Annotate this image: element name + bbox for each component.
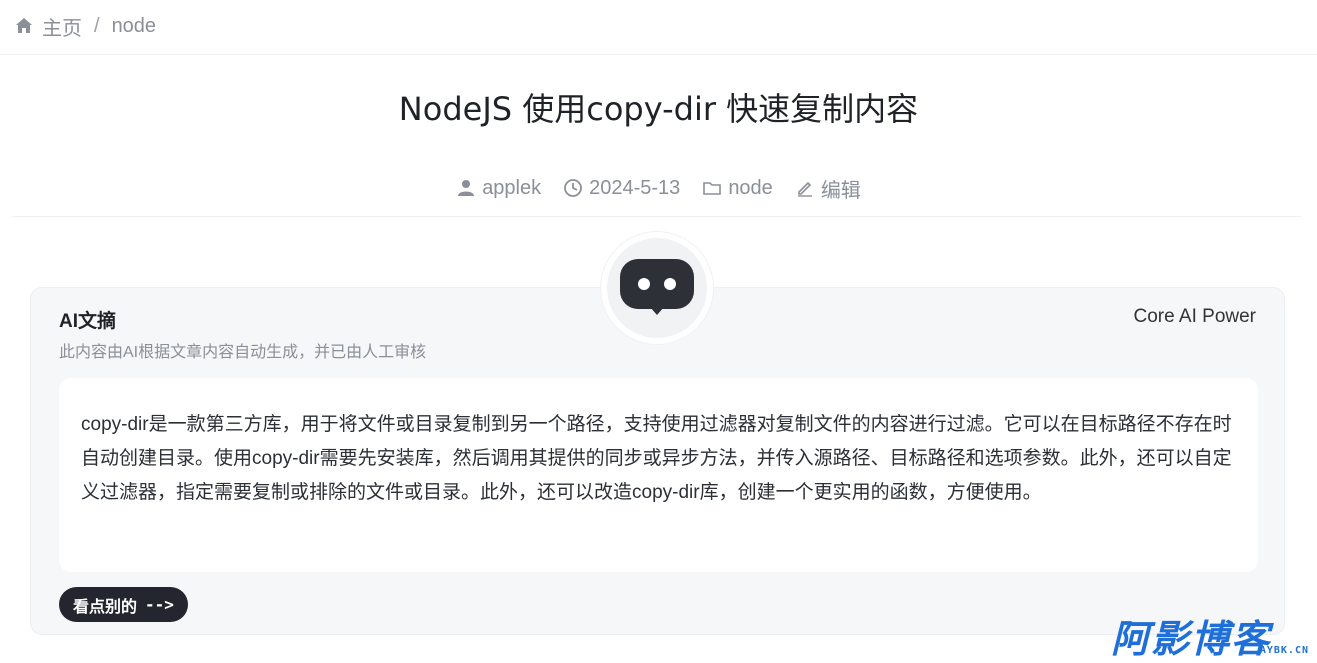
ai-summary-text: copy-dir是一款第三方库，用于将文件或目录复制到另一个路径，支持使用过滤器… <box>59 378 1258 572</box>
edit-label: 编辑 <box>820 179 861 202</box>
breadcrumb: 主页 / node <box>14 12 156 40</box>
meta-edit[interactable]: 编辑 <box>795 174 861 203</box>
meta-author[interactable]: applek <box>456 177 541 200</box>
see-more-button[interactable]: 看点别的 --> <box>59 587 188 622</box>
header-divider <box>0 54 1317 55</box>
user-icon <box>458 180 475 196</box>
edit-icon <box>797 181 812 197</box>
watermark-domain: AYBK.CN <box>1259 645 1309 656</box>
folder-icon <box>703 182 722 195</box>
ai-power-label: Core AI Power <box>1133 306 1257 327</box>
ai-card-subtitle: 此内容由AI根据文章内容自动生成，并已由人工审核 <box>59 344 427 361</box>
see-more-label: 看点别的 <box>73 598 138 616</box>
page-title: NodeJS 使用copy-dir 快速复制内容 <box>398 90 919 128</box>
breadcrumb-current-link[interactable]: node <box>112 15 157 38</box>
meta-divider <box>12 216 1301 217</box>
article-meta: applek 2024-5-13 node 编辑 <box>0 172 1317 204</box>
site-watermark: 阿影博客 AYBK.CN <box>1111 608 1311 661</box>
breadcrumb-home-link[interactable]: 主页 <box>42 12 82 41</box>
author-name: applek <box>482 176 542 199</box>
publish-date: 2024-5-13 <box>589 176 681 199</box>
ai-card-title: AI文摘 <box>59 311 117 332</box>
clock-icon <box>564 179 583 197</box>
watermark-text: 阿影博客 <box>1111 619 1272 661</box>
arrow-right-icon: --> <box>145 595 174 614</box>
breadcrumb-separator: / <box>94 14 100 37</box>
home-icon[interactable] <box>14 16 34 36</box>
robot-avatar <box>601 232 713 344</box>
robot-icon <box>620 259 694 315</box>
meta-date: 2024-5-13 <box>563 177 680 200</box>
meta-category[interactable]: node <box>702 177 773 200</box>
category-name: node <box>728 176 773 199</box>
